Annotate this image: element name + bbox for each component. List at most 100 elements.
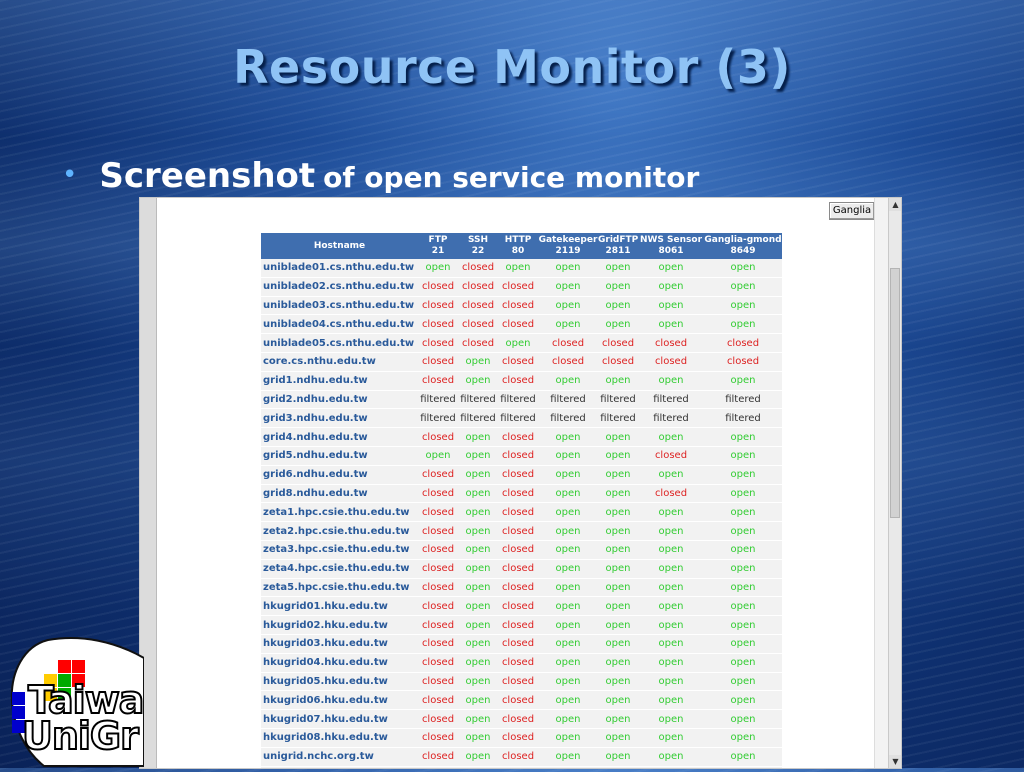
status-cell: open: [598, 296, 638, 316]
status-cell: filtered: [638, 408, 704, 429]
status-cell: filtered: [598, 408, 638, 429]
hostname-cell: uniblade02.cs.nthu.edu.tw: [261, 277, 418, 297]
status-cell: open: [538, 259, 598, 278]
status-cell: filtered: [418, 390, 458, 410]
status-cell: open: [458, 747, 498, 767]
status-cell: open: [538, 615, 598, 635]
status-cell: open: [598, 427, 638, 447]
status-cell: closed: [458, 277, 498, 297]
hostname-cell: zeta1.hpc.csie.thu.edu.tw: [261, 502, 418, 523]
status-cell: open: [458, 728, 498, 748]
status-cell: open: [638, 502, 704, 523]
logo-line2: UniGr: [21, 713, 140, 759]
status-cell: filtered: [538, 408, 598, 429]
bullet-strong-text: Screenshot: [99, 156, 316, 196]
ganglia-button[interactable]: Ganglia: [829, 202, 875, 220]
hostname-cell: hkugrid05.hku.edu.tw: [261, 672, 418, 692]
scrollbar-thumb[interactable]: [890, 268, 900, 518]
status-cell: closed: [638, 446, 704, 466]
status-cell: open: [704, 371, 782, 391]
status-cell: open: [458, 371, 498, 391]
status-cell: closed: [498, 352, 538, 372]
status-cell: closed: [538, 352, 598, 372]
column-header: NWS Sensor 8061: [638, 233, 704, 259]
monitor-screenshot: Ganglia Hostname FTP 21 SSH 22 HTTP 80 Gate…: [140, 198, 901, 768]
status-cell: open: [538, 672, 598, 692]
table-row: grid6.ndhu.edu.tw closed open closed open ope…: [261, 465, 782, 485]
status-cell: open: [598, 615, 638, 635]
status-cell: open: [458, 578, 498, 598]
column-header: Ganglia-gmond 8649: [704, 233, 782, 259]
status-cell: open: [598, 728, 638, 748]
status-cell: open: [458, 465, 498, 485]
status-cell: open: [538, 465, 598, 485]
status-cell: closed: [418, 728, 458, 748]
status-cell: closed: [498, 672, 538, 692]
status-cell: open: [458, 559, 498, 579]
status-cell: open: [538, 296, 598, 316]
vertical-scrollbar[interactable]: ▲ ▼: [888, 198, 901, 768]
status-cell: closed: [458, 259, 498, 278]
scroll-up-icon[interactable]: ▲: [889, 198, 901, 211]
status-cell: closed: [498, 615, 538, 635]
status-cell: open: [538, 728, 598, 748]
status-cell: open: [638, 615, 704, 635]
status-cell: open: [458, 672, 498, 692]
status-cell: open: [598, 634, 638, 654]
table-row: zeta3.hpc.csie.thu.edu.tw closed open close…: [261, 540, 782, 560]
table-row: hkugrid06.hku.edu.tw closed open closed open…: [261, 690, 782, 711]
status-cell: open: [704, 314, 782, 335]
bullet-rest-text: of open service monitor: [323, 161, 700, 194]
status-cell: open: [638, 296, 704, 316]
status-cell: closed: [418, 578, 458, 598]
status-cell: closed: [498, 709, 538, 729]
table-row: core.cs.nthu.edu.tw closed open closed close…: [261, 352, 782, 372]
status-cell: closed: [458, 296, 498, 316]
table-row: grid3.ndhu.edu.tw filtered filtered filtere…: [261, 408, 782, 429]
status-cell: filtered: [458, 390, 498, 410]
status-cell: open: [704, 259, 782, 278]
status-cell: closed: [418, 540, 458, 560]
status-cell: open: [538, 521, 598, 541]
status-cell: closed: [418, 653, 458, 673]
status-cell: closed: [458, 314, 498, 335]
status-cell: closed: [498, 314, 538, 335]
status-cell: open: [598, 690, 638, 711]
scroll-down-icon[interactable]: ▼: [889, 755, 901, 768]
column-header: GridFTP 2811: [598, 233, 638, 259]
status-cell: open: [538, 559, 598, 579]
status-cell: open: [704, 578, 782, 598]
hostname-cell: hkugrid01.hku.edu.tw: [261, 596, 418, 617]
status-cell: open: [704, 540, 782, 560]
status-cell: open: [704, 653, 782, 673]
table-row: grid1.ndhu.edu.tw closed open closed open ope…: [261, 371, 782, 391]
table-row: zeta1.hpc.csie.thu.edu.tw closed open close…: [261, 502, 782, 523]
status-cell: closed: [498, 653, 538, 673]
status-cell: closed: [418, 502, 458, 523]
status-cell: open: [704, 728, 782, 748]
table-row: grid5.ndhu.edu.tw open open closed open open c…: [261, 446, 782, 466]
table-row: zeta5.hpc.csie.thu.edu.tw closed open close…: [261, 578, 782, 598]
status-cell: closed: [498, 578, 538, 598]
status-cell: closed: [498, 690, 538, 711]
status-cell: open: [418, 446, 458, 466]
status-cell: open: [538, 277, 598, 297]
status-cell: closed: [418, 559, 458, 579]
table-row: hkugrid07.hku.edu.tw closed open closed open…: [261, 709, 782, 729]
hostname-cell: zeta4.hpc.csie.thu.edu.tw: [261, 559, 418, 579]
status-cell: open: [638, 690, 704, 711]
status-cell: open: [598, 465, 638, 485]
table-row: uniblade05.cs.nthu.edu.tw closed closed ope…: [261, 333, 782, 353]
status-cell: closed: [498, 559, 538, 579]
status-cell: open: [538, 634, 598, 654]
status-cell: open: [458, 352, 498, 372]
status-cell: closed: [498, 747, 538, 767]
hostname-cell: grid4.ndhu.edu.tw: [261, 427, 418, 447]
status-cell: filtered: [538, 390, 598, 410]
table-row: uniblade02.cs.nthu.edu.tw closed closed clo…: [261, 277, 782, 297]
status-cell: closed: [498, 465, 538, 485]
status-cell: open: [704, 615, 782, 635]
hostname-cell: hkugrid07.hku.edu.tw: [261, 709, 418, 729]
table-row: zeta4.hpc.csie.thu.edu.tw closed open close…: [261, 559, 782, 579]
status-cell: open: [498, 333, 538, 353]
